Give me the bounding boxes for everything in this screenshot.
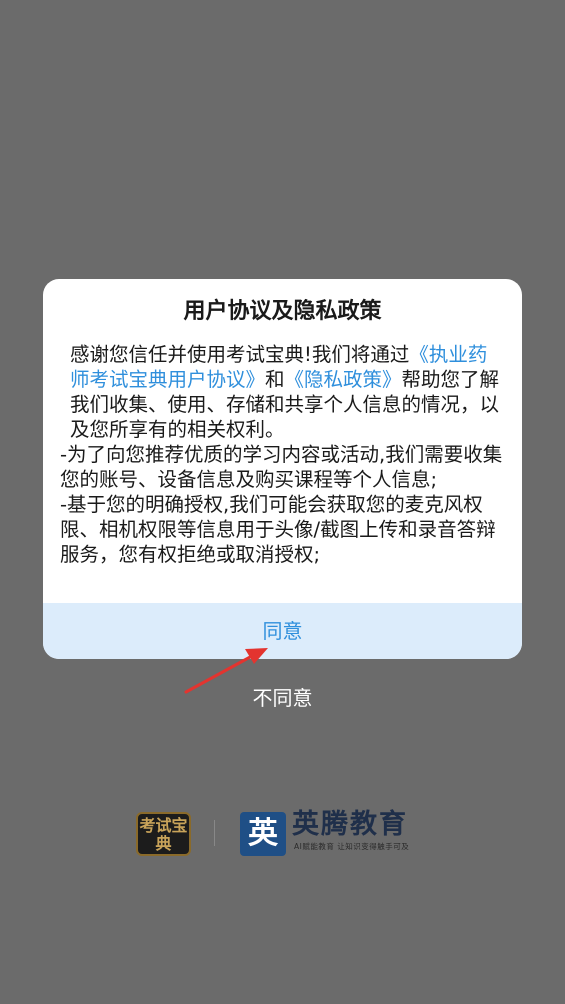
yingteng-logo-icon: 英	[240, 812, 286, 856]
brand-slogan: AI赋能教育 让知识变得触手可及	[294, 842, 410, 851]
brand-name: 英腾教育	[292, 809, 408, 840]
footer-brand-bar: 考试宝典 英 英腾教育 AI赋能教育 让知识变得触手可及	[0, 800, 565, 870]
footer-divider	[214, 820, 215, 846]
kaoshibaodian-logo: 考试宝典	[136, 812, 191, 856]
